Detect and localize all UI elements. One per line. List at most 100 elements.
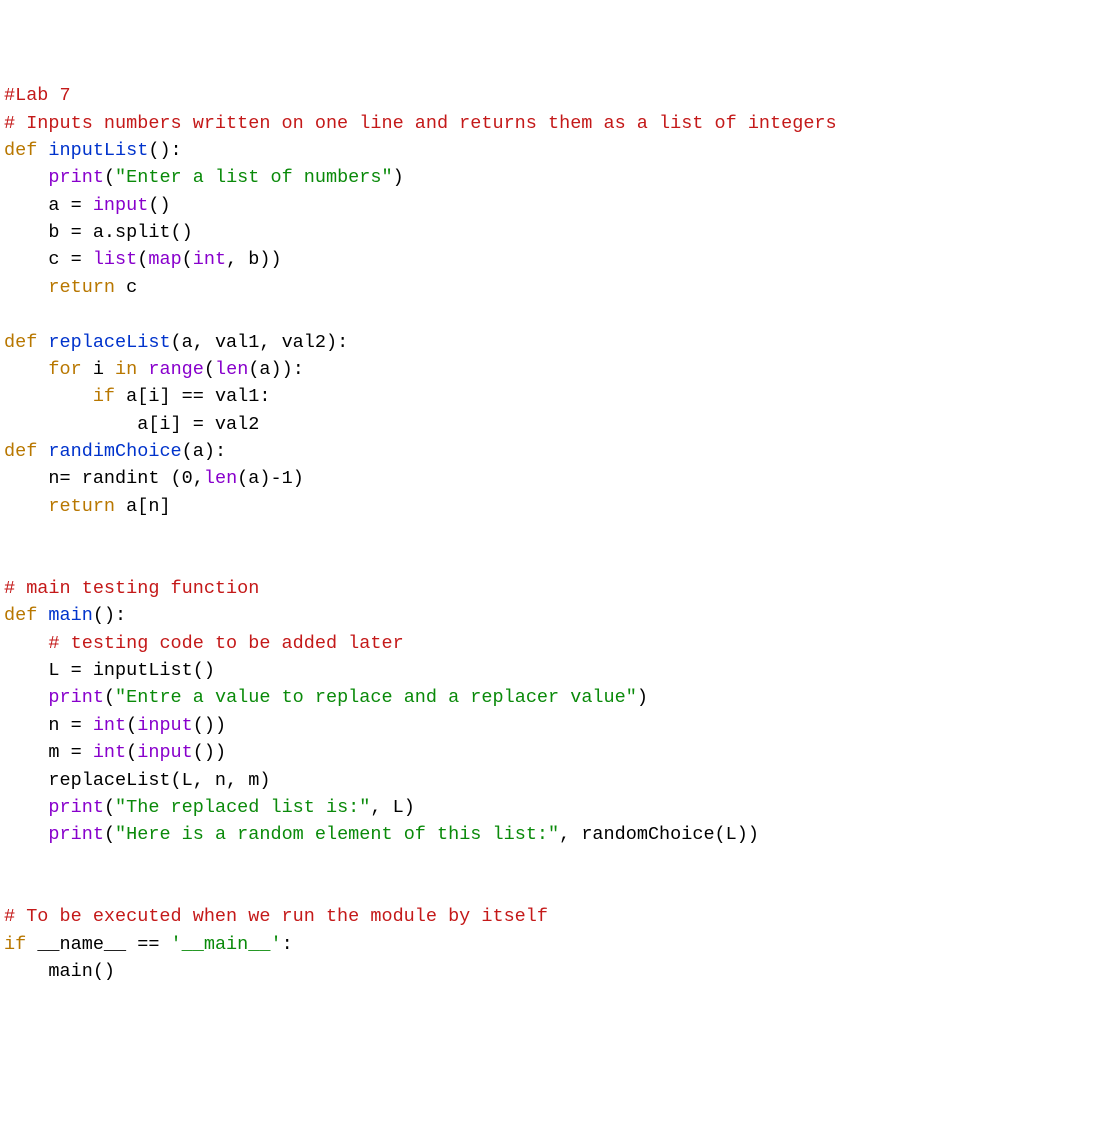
code-token: ()) xyxy=(193,715,226,736)
code-token: in xyxy=(115,359,137,380)
code-token: ( xyxy=(104,797,115,818)
code-token: a = xyxy=(4,195,93,216)
code-token: 0 xyxy=(182,468,193,489)
code-line xyxy=(4,520,1104,547)
code-token xyxy=(37,332,48,353)
code-token: len xyxy=(215,359,248,380)
code-line: for i in range(len(a)): xyxy=(4,356,1104,383)
code-token: ( xyxy=(137,249,148,270)
code-token: input xyxy=(93,195,149,216)
code-token: replaceList xyxy=(48,332,170,353)
code-token: print xyxy=(48,824,104,845)
code-token: ( xyxy=(104,167,115,188)
code-token: main() xyxy=(4,961,115,982)
code-token: return xyxy=(48,277,115,298)
code-token: a[i] = val2 xyxy=(4,414,259,435)
code-token: def xyxy=(4,332,37,353)
code-token xyxy=(4,633,48,654)
code-token: ( xyxy=(126,742,137,763)
code-token xyxy=(4,687,48,708)
code-token: if xyxy=(93,386,115,407)
code-line: def randimChoice(a): xyxy=(4,438,1104,465)
code-token: 1 xyxy=(282,468,293,489)
code-token: ( xyxy=(104,687,115,708)
code-line: print("Here is a random element of this … xyxy=(4,821,1104,848)
code-token: (): xyxy=(148,140,181,161)
code-token: int xyxy=(93,715,126,736)
code-token: (a): xyxy=(182,441,226,462)
code-token: (): xyxy=(93,605,126,626)
code-line xyxy=(4,548,1104,575)
code-token: , randomChoice(L)) xyxy=(559,824,759,845)
code-line: def replaceList(a, val1, val2): xyxy=(4,329,1104,356)
code-line: b = a.split() xyxy=(4,219,1104,246)
code-token: def xyxy=(4,441,37,462)
code-token: for xyxy=(48,359,81,380)
code-token: inputList xyxy=(48,140,148,161)
code-line: n= randint (0,len(a)-1) xyxy=(4,465,1104,492)
code-token: n = xyxy=(4,715,93,736)
code-token: n= randint ( xyxy=(4,468,182,489)
code-line: a = input() xyxy=(4,192,1104,219)
code-token: '__main__' xyxy=(171,934,282,955)
code-line: c = list(map(int, b)) xyxy=(4,246,1104,273)
code-token xyxy=(37,140,48,161)
code-token: "The replaced list is:" xyxy=(115,797,370,818)
code-line: #Lab 7 xyxy=(4,82,1104,109)
code-token: , L) xyxy=(370,797,414,818)
code-token: ( xyxy=(104,824,115,845)
code-token: () xyxy=(148,195,170,216)
code-token: (a)- xyxy=(237,468,281,489)
code-token xyxy=(4,167,48,188)
code-token xyxy=(4,277,48,298)
code-token: , b)) xyxy=(226,249,282,270)
code-token: int xyxy=(193,249,226,270)
code-block: #Lab 7 # Inputs numbers written on one li… xyxy=(4,82,1104,985)
code-token: list xyxy=(93,249,137,270)
code-token: : xyxy=(282,934,293,955)
code-token: randimChoice xyxy=(48,441,181,462)
code-token: "Here is a random element of this list:" xyxy=(115,824,559,845)
code-token: ) xyxy=(393,167,404,188)
code-line: a[i] = val2 xyxy=(4,411,1104,438)
code-token: def xyxy=(4,140,37,161)
code-line: print("The replaced list is:", L) xyxy=(4,794,1104,821)
code-token: L = inputList() xyxy=(4,660,215,681)
code-token: main xyxy=(48,605,92,626)
code-token: replaceList(L, n, m) xyxy=(4,770,270,791)
code-token xyxy=(37,605,48,626)
code-token: "Enter a list of numbers" xyxy=(115,167,393,188)
code-token: len xyxy=(204,468,237,489)
code-token: #Lab 7 xyxy=(4,85,71,106)
code-token: , xyxy=(193,468,204,489)
code-line xyxy=(4,301,1104,328)
code-token: # Inputs numbers written on one line and… xyxy=(4,113,837,134)
code-token: map xyxy=(148,249,181,270)
code-line: # To be executed when we run the module … xyxy=(4,903,1104,930)
code-token: # main testing function xyxy=(4,578,259,599)
code-token xyxy=(4,359,48,380)
code-line: if a[i] == val1: xyxy=(4,383,1104,410)
code-token: a[i] == val1: xyxy=(115,386,270,407)
code-token: input xyxy=(137,742,193,763)
code-token xyxy=(37,441,48,462)
code-token: # To be executed when we run the module … xyxy=(4,906,548,927)
code-token: print xyxy=(48,687,104,708)
code-token: return xyxy=(48,496,115,517)
code-line: def main(): xyxy=(4,602,1104,629)
code-line: n = int(input()) xyxy=(4,712,1104,739)
code-token xyxy=(4,496,48,517)
code-token: if xyxy=(4,934,26,955)
code-token: ( xyxy=(126,715,137,736)
code-token xyxy=(4,386,93,407)
code-token: ( xyxy=(182,249,193,270)
code-token: (a)): xyxy=(248,359,304,380)
code-token: "Entre a value to replace and a replacer… xyxy=(115,687,637,708)
code-token: def xyxy=(4,605,37,626)
code-line xyxy=(4,876,1104,903)
code-line: # testing code to be added later xyxy=(4,630,1104,657)
code-line: return a[n] xyxy=(4,493,1104,520)
code-line xyxy=(4,849,1104,876)
code-token: ) xyxy=(637,687,648,708)
code-token: int xyxy=(93,742,126,763)
